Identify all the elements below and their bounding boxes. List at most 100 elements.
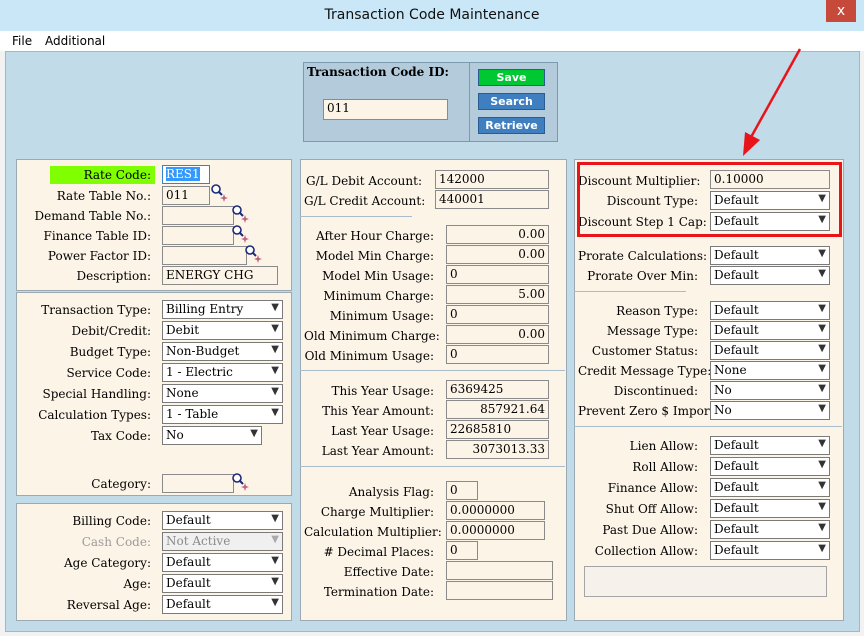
lien-allow-value: Default <box>714 438 759 452</box>
prorate-over-min-value: Default <box>714 268 759 282</box>
effective-date-input[interactable] <box>446 561 553 580</box>
age-select[interactable]: Default ▼ <box>162 574 283 593</box>
chevron-down-icon: ▼ <box>818 248 826 259</box>
reason-type-value: Default <box>714 303 759 317</box>
last-year-amount-label: Last Year Amount: <box>321 444 434 458</box>
chevron-down-icon: ▼ <box>818 543 826 554</box>
age-category-select[interactable]: Default ▼ <box>162 553 283 572</box>
rate-table-input[interactable]: 011 <box>162 186 210 205</box>
age-label: Age: <box>123 577 152 591</box>
prorate-over-min-select[interactable]: Default ▼ <box>710 266 830 285</box>
transaction-code-id-input[interactable]: 011 <box>323 99 448 120</box>
minimum-charge-label: Minimum Charge: <box>323 289 434 303</box>
termination-date-label: Termination Date: <box>323 585 434 599</box>
model-min-usage-input[interactable]: 0 <box>446 265 549 284</box>
gl-debit-input[interactable]: 142000 <box>435 170 549 189</box>
title-bar: Transaction Code Maintenance <box>0 0 864 32</box>
calculation-multiplier-input[interactable]: 0.0000000 <box>446 521 545 540</box>
minimum-usage-input[interactable]: 0 <box>446 305 549 324</box>
chevron-down-icon: ▼ <box>818 459 826 470</box>
reason-type-label: Reason Type: <box>616 304 698 318</box>
power-factor-input[interactable] <box>162 246 247 265</box>
charge-multiplier-input[interactable]: 0.0000000 <box>446 501 545 520</box>
this-year-amount-label: This Year Amount: <box>322 404 434 418</box>
message-type-select[interactable]: Default ▼ <box>710 321 830 340</box>
finance-table-lookup-icon[interactable] <box>232 225 250 243</box>
old-minimum-charge-input[interactable]: 0.00 <box>446 325 549 344</box>
transaction-type-select[interactable]: Billing Entry ▼ <box>162 300 283 319</box>
search-button[interactable]: Search <box>478 93 545 110</box>
chevron-down-icon: ▼ <box>818 268 826 279</box>
shut-off-allow-select[interactable]: Default ▼ <box>710 499 830 518</box>
reason-type-select[interactable]: Default ▼ <box>710 301 830 320</box>
reversal-age-select[interactable]: Default ▼ <box>162 595 283 614</box>
minimum-charge-input[interactable]: 5.00 <box>446 285 549 304</box>
after-hour-charge-input[interactable]: 0.00 <box>446 225 549 244</box>
chevron-down-icon: ▼ <box>818 323 826 334</box>
rate-table-lookup-icon[interactable] <box>211 184 229 202</box>
billing-code-select[interactable]: Default ▼ <box>162 511 283 530</box>
service-code-select[interactable]: 1 - Electric ▼ <box>162 363 283 382</box>
menu-file[interactable]: File <box>12 34 32 48</box>
description-input[interactable]: ENERGY CHG <box>162 266 278 285</box>
close-icon[interactable]: x <box>826 0 856 22</box>
tax-code-select[interactable]: No ▼ <box>162 426 262 445</box>
calculation-types-select[interactable]: 1 - Table ▼ <box>162 405 283 424</box>
blank-button[interactable] <box>584 566 827 597</box>
customer-status-select[interactable]: Default ▼ <box>710 341 830 360</box>
last-year-usage-input[interactable]: 22685810 <box>446 420 549 439</box>
power-factor-lookup-icon[interactable] <box>245 245 263 263</box>
debit-credit-select[interactable]: Debit ▼ <box>162 321 283 340</box>
termination-date-input[interactable] <box>446 581 553 600</box>
chevron-down-icon: ▼ <box>271 513 279 524</box>
chevron-down-icon: ▼ <box>818 403 826 414</box>
prorate-calculations-label: Prorate Calculations: <box>578 249 708 263</box>
finance-allow-label: Finance Allow: <box>607 481 698 495</box>
chevron-down-icon: ▼ <box>818 363 826 374</box>
model-min-charge-input[interactable]: 0.00 <box>446 245 549 264</box>
gl-debit-label: G/L Debit Account: <box>306 174 422 188</box>
old-minimum-usage-input[interactable]: 0 <box>446 345 549 364</box>
prevent-zero-import-select[interactable]: No ▼ <box>710 401 830 420</box>
chevron-down-icon: ▼ <box>818 501 826 512</box>
category-lookup-icon[interactable] <box>232 473 250 491</box>
collection-allow-select[interactable]: Default ▼ <box>710 541 830 560</box>
transaction-type-value: Billing Entry <box>166 302 244 316</box>
decimal-places-input[interactable]: 0 <box>446 541 478 560</box>
analysis-flag-input[interactable]: 0 <box>446 481 478 500</box>
demand-table-lookup-icon[interactable] <box>232 205 250 223</box>
finance-table-input[interactable] <box>162 226 234 245</box>
gl-credit-label: G/L Credit Account: <box>304 194 426 208</box>
this-year-amount-input[interactable]: 857921.64 <box>446 400 549 419</box>
billing-code-label: Billing Code: <box>72 514 151 528</box>
finance-table-label: Finance Table ID: <box>43 229 151 243</box>
message-type-label: Message Type: <box>606 324 698 338</box>
category-input[interactable] <box>162 474 234 493</box>
last-year-amount-input[interactable]: 3073013.33 <box>446 440 549 459</box>
retrieve-button[interactable]: Retrieve <box>478 117 545 134</box>
save-button[interactable]: Save <box>478 69 545 86</box>
credit-message-type-select[interactable]: None ▼ <box>710 361 830 380</box>
tax-code-label: Tax Code: <box>90 429 151 443</box>
old-minimum-usage-label: Old Minimum Usage: <box>304 349 434 363</box>
roll-allow-select[interactable]: Default ▼ <box>710 457 830 476</box>
special-handling-select[interactable]: None ▼ <box>162 384 283 403</box>
past-due-allow-select[interactable]: Default ▼ <box>710 520 830 539</box>
rate-code-input[interactable]: RES1 <box>162 165 210 184</box>
this-year-usage-input[interactable]: 6369425 <box>446 380 549 399</box>
model-min-usage-label: Model Min Usage: <box>322 269 434 283</box>
credit-message-type-label: Credit Message Type: <box>578 364 712 378</box>
chevron-down-icon: ▼ <box>271 386 279 397</box>
reversal-age-value: Default <box>166 597 211 611</box>
message-type-value: Default <box>714 323 759 337</box>
chevron-down-icon: ▼ <box>818 343 826 354</box>
demand-table-label: Demand Table No.: <box>34 209 151 223</box>
gl-credit-input[interactable]: 440001 <box>435 190 549 209</box>
budget-type-select[interactable]: Non-Budget ▼ <box>162 342 283 361</box>
demand-table-input[interactable] <box>162 206 234 225</box>
finance-allow-select[interactable]: Default ▼ <box>710 478 830 497</box>
menu-additional[interactable]: Additional <box>45 34 105 48</box>
prorate-calculations-select[interactable]: Default ▼ <box>710 246 830 265</box>
lien-allow-select[interactable]: Default ▼ <box>710 436 830 455</box>
discontinued-select[interactable]: No ▼ <box>710 381 830 400</box>
